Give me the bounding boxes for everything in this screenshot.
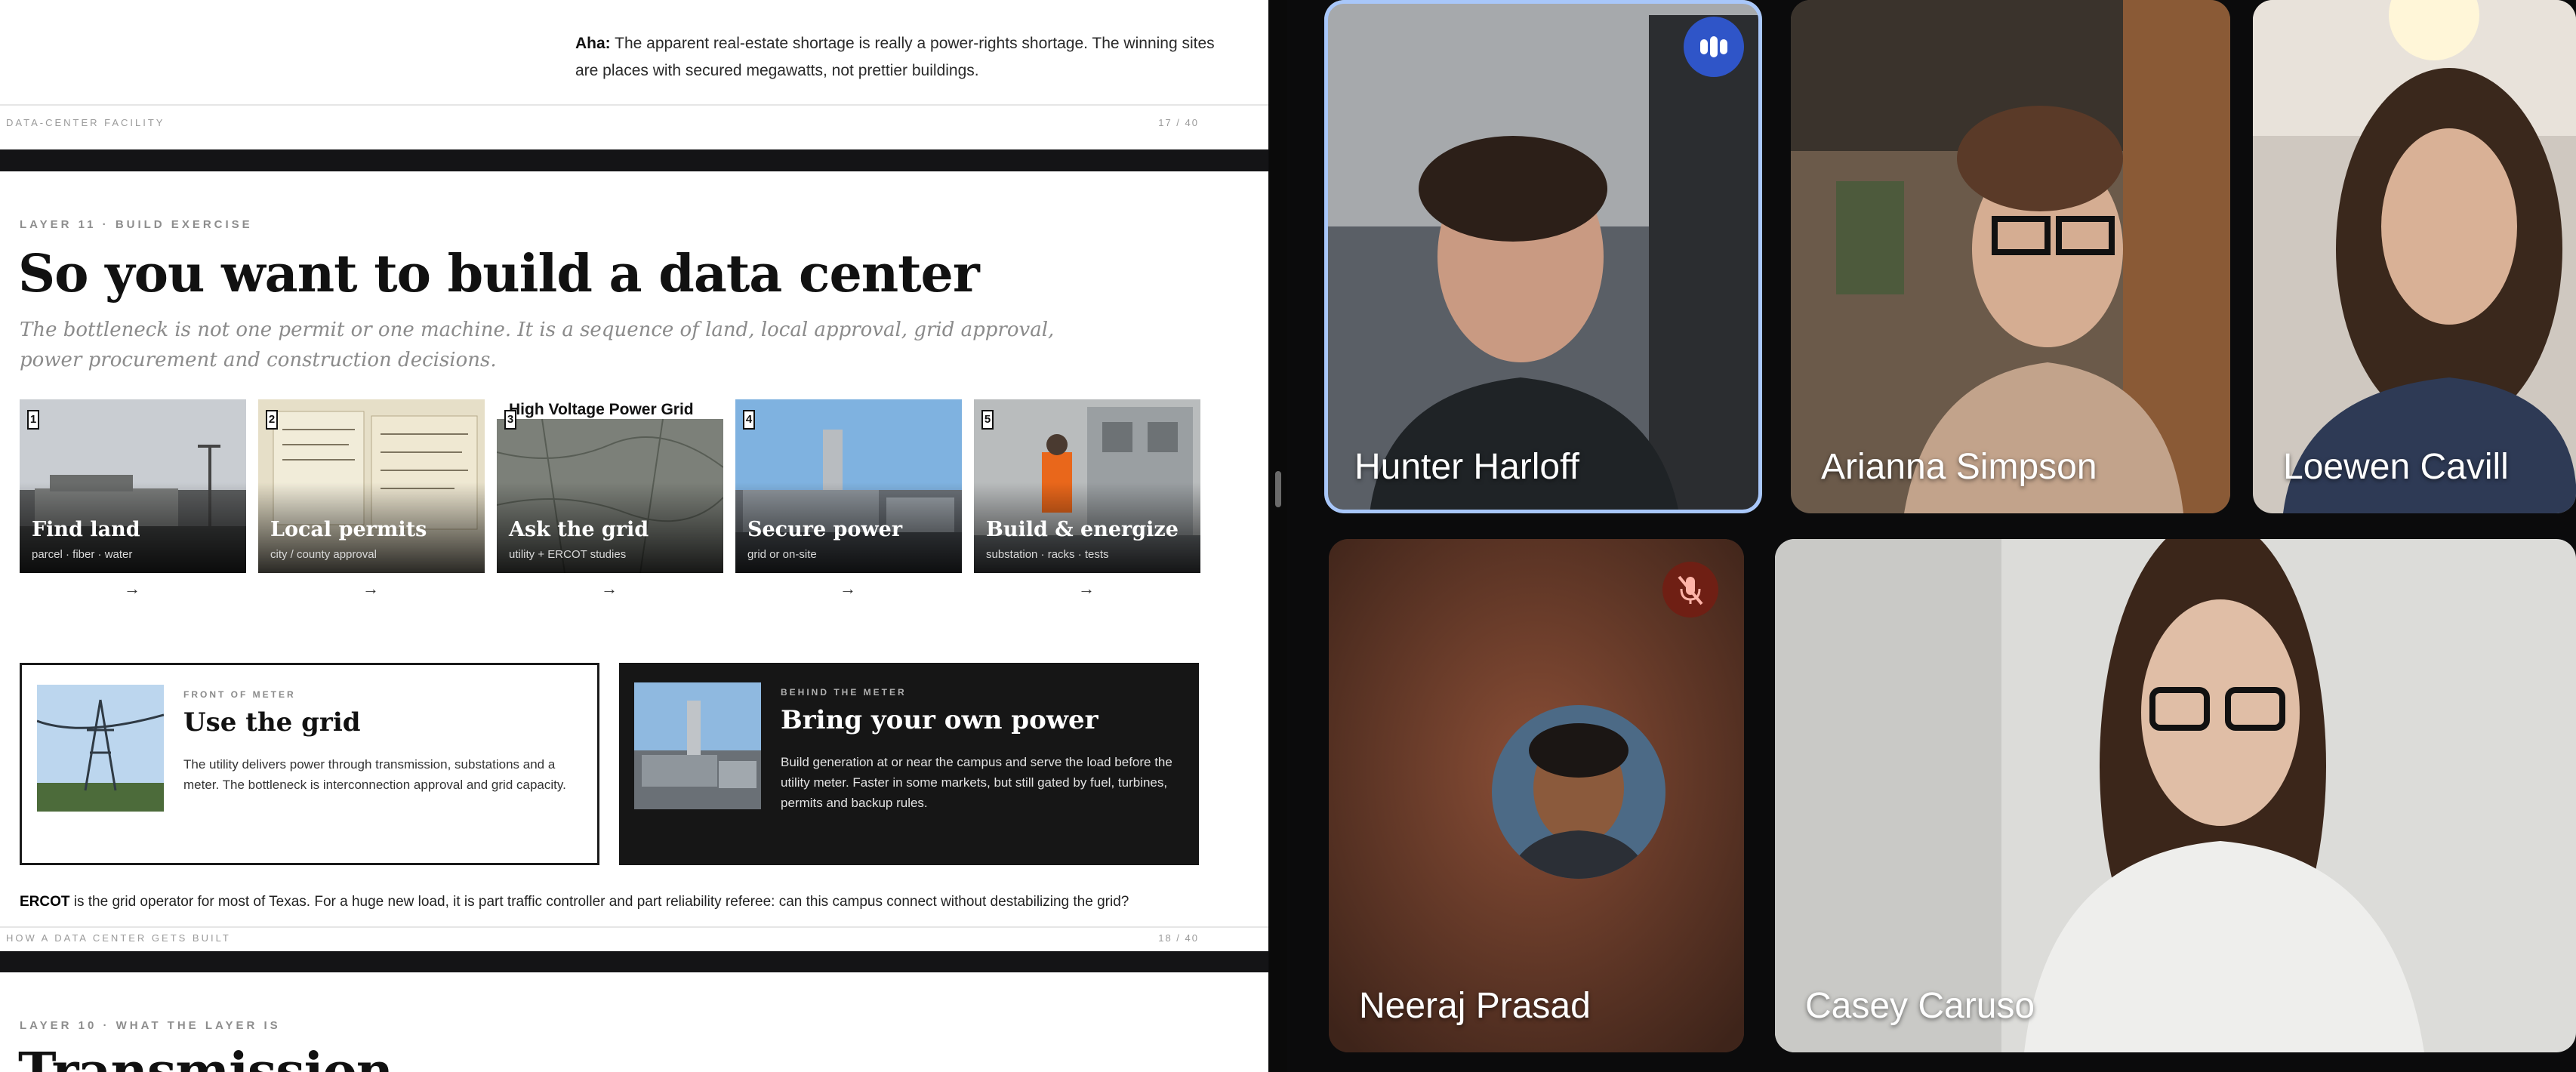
step-number: 1 (27, 410, 39, 430)
build-steps: 1 Find land parcel · fiber · water 2 Loc… (20, 399, 1200, 573)
participant-name: Hunter Harloff (1354, 447, 1579, 487)
option-tag: BEHIND THE METER (781, 687, 907, 698)
aha-callout: Aha: The apparent real-estate shortage i… (575, 35, 1215, 79)
slide-subtitle: The bottleneck is not one permit or one … (20, 319, 1055, 371)
step-arrow: → (362, 579, 379, 598)
step-arrow: → (1078, 579, 1095, 598)
option-title: Bring your own power (781, 705, 1098, 735)
participant-tile-loewen[interactable]: Loewen Cavill (2253, 0, 2576, 513)
step-card-ask-the-grid: High Voltage Power Grid 3 Ask the grid u… (497, 399, 723, 573)
participant-name: Arianna Simpson (1821, 447, 2097, 487)
slide-18: LAYER 11 · BUILD EXERCISE So you want to… (0, 171, 1268, 951)
step-arrow: → (601, 579, 618, 598)
step-number: 2 (266, 410, 278, 430)
participant-video (1791, 0, 2230, 513)
slide-title: Transmission (18, 1042, 393, 1072)
behind-the-meter-card: BEHIND THE METER Bring your own power Bu… (619, 663, 1199, 865)
slide-page-number: 18 / 40 (1158, 932, 1199, 944)
step-number: 5 (981, 410, 994, 430)
slide-footer-divider (0, 926, 1268, 928)
participant-video (1775, 539, 2576, 1052)
step-detail: city / county approval (270, 548, 377, 561)
step-card-local-permits: 2 Local permits city / county approval (258, 399, 485, 573)
slide-footer-section: DATA-CENTER FACILITY (6, 117, 165, 128)
slide-title: So you want to build a data center (18, 244, 980, 304)
video-call-grid: Hunter Harloff Arianna Simpson Loewen Ca… (1287, 0, 2576, 1072)
option-body: Build generation at or near the campus a… (781, 755, 1172, 810)
slide-19: LAYER 10 · WHAT THE LAYER IS Transmissio… (0, 972, 1268, 1072)
slide-eyebrow: LAYER 10 · WHAT THE LAYER IS (20, 1019, 281, 1032)
participant-name: Neeraj Prasad (1359, 986, 1591, 1026)
front-of-meter-card: FRONT OF METER Use the grid The utility … (20, 663, 599, 865)
split-divider[interactable] (1269, 0, 1287, 1072)
slide-17: Aha: The apparent real-estate shortage i… (0, 0, 1268, 149)
participant-video (2253, 0, 2576, 513)
participant-name: Casey Caruso (1805, 986, 2035, 1026)
slide-eyebrow: LAYER 11 · BUILD EXERCISE (20, 218, 253, 231)
step-detail: substation · racks · tests (986, 548, 1109, 561)
transmission-tower-photo (37, 685, 164, 812)
participant-tile-casey[interactable]: Casey Caruso (1775, 539, 2576, 1052)
step-number: 4 (743, 410, 755, 430)
step-number: 3 (504, 410, 516, 430)
step-name: Find land (32, 518, 140, 541)
on-site-plant-photo (634, 682, 761, 809)
audio-level-icon (1684, 17, 1744, 77)
step-name: Build & energize (986, 518, 1179, 541)
presentation-viewer[interactable]: Aha: The apparent real-estate shortage i… (0, 0, 1268, 1072)
slide-page-number: 17 / 40 (1158, 117, 1199, 128)
slide-footer-divider (0, 104, 1268, 106)
step-arrow: → (124, 579, 140, 598)
option-body: The utility delivers power through trans… (183, 757, 566, 792)
option-tag: FRONT OF METER (183, 689, 296, 700)
participant-video (1324, 0, 1762, 513)
slide-footer-section: HOW A DATA CENTER GETS BUILT (6, 932, 231, 944)
step-card-build-energize: 5 Build & energize substation · racks · … (974, 399, 1200, 573)
drag-handle[interactable] (1275, 471, 1281, 507)
step-name: Ask the grid (509, 518, 649, 541)
option-title: Use the grid (183, 707, 361, 738)
mic-off-icon (1662, 562, 1718, 618)
step-card-find-land: 1 Find land parcel · fiber · water (20, 399, 246, 573)
participant-name: Loewen Cavill (2283, 447, 2509, 487)
step-name: Local permits (270, 518, 427, 541)
ercot-note: ERCOT is the grid operator for most of T… (20, 894, 1129, 910)
step-detail: parcel · fiber · water (32, 548, 133, 561)
step-detail: utility + ERCOT studies (509, 548, 627, 561)
step-name: Secure power (747, 518, 903, 541)
avatar (1492, 705, 1665, 879)
step-detail: grid or on-site (747, 548, 817, 561)
participant-tile-neeraj[interactable]: Neeraj Prasad (1329, 539, 1744, 1052)
step-arrow: → (840, 579, 856, 598)
participant-tile-hunter[interactable]: Hunter Harloff (1324, 0, 1762, 513)
photo-title: High Voltage Power Grid (509, 401, 694, 418)
step-card-secure-power: 4 Secure power grid or on-site (735, 399, 962, 573)
participant-tile-arianna[interactable]: Arianna Simpson (1791, 0, 2230, 513)
